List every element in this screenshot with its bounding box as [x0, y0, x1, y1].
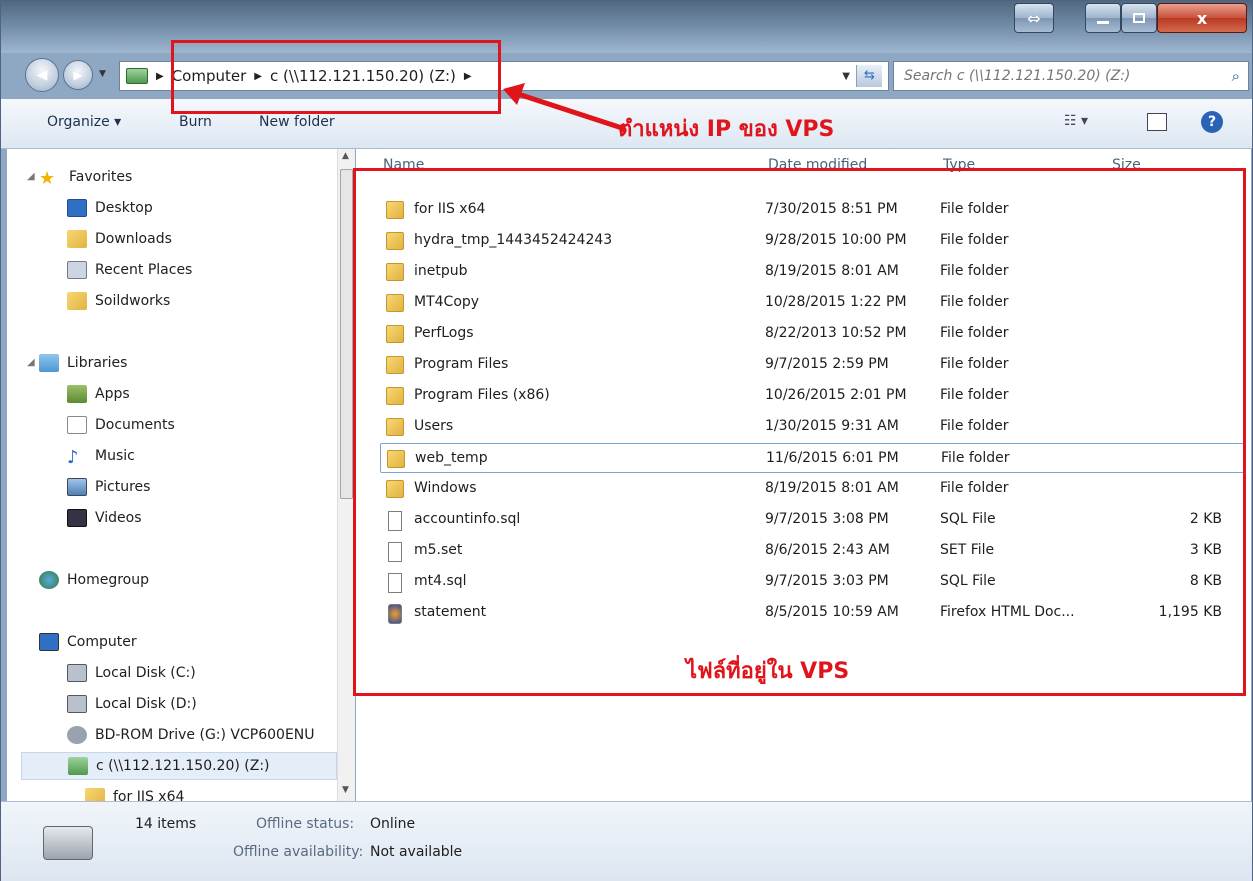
organize-button[interactable]: Organize ▾: [47, 114, 121, 130]
videos-icon: [67, 509, 87, 527]
refresh-icon[interactable]: ⇆: [856, 65, 882, 87]
forward-button[interactable]: ▶: [63, 60, 93, 90]
back-button[interactable]: ◀: [25, 58, 59, 92]
network-drive-icon: [126, 68, 148, 84]
search-box[interactable]: ⌕: [893, 61, 1249, 91]
disk-icon: [67, 695, 87, 713]
star-icon: ★: [39, 168, 56, 189]
breadcrumb-separator-icon[interactable]: ▶: [156, 71, 164, 82]
forward-arrow-icon: ▶: [73, 68, 83, 82]
nav-local-disk-c[interactable]: Local Disk (C:): [67, 659, 196, 687]
item-count: 14 items: [135, 816, 197, 832]
nav-homegroup[interactable]: Homegroup: [39, 566, 149, 594]
expand-arrow-icon[interactable]: ◢: [27, 171, 35, 182]
nav-favorites[interactable]: ★ Favorites: [39, 163, 132, 191]
address-dropdown-icon[interactable]: ▼: [842, 71, 850, 82]
offline-availability-label: Offline availability:: [233, 844, 364, 860]
offline-status-value: Online: [370, 816, 416, 832]
navigation-pane: ◢ ★ Favorites Desktop Downloads Recent Pl…: [7, 149, 337, 801]
minimize-button[interactable]: [1085, 3, 1121, 33]
recent-places-icon: [67, 261, 87, 279]
offline-status-label: Offline status:: [256, 816, 355, 832]
explorer-window: ⇔ x ◀ ▶ ▼ ▶ Computer ▶ c (\\112.121.150.…: [0, 0, 1253, 881]
maximize-button[interactable]: [1121, 3, 1157, 33]
expand-arrow-icon[interactable]: ◢: [27, 357, 35, 368]
nav-music[interactable]: ♪ Music: [67, 442, 135, 470]
annotation-arrow: [503, 83, 626, 132]
close-icon: x: [1196, 8, 1208, 28]
nav-libraries[interactable]: Libraries: [39, 349, 127, 377]
maximize-icon: [1133, 13, 1145, 23]
nav-computer[interactable]: Computer: [39, 628, 137, 656]
help-icon[interactable]: ?: [1201, 111, 1223, 133]
close-button[interactable]: x: [1157, 3, 1247, 33]
recent-pages-icon[interactable]: ▼: [99, 69, 106, 79]
documents-icon: [67, 416, 87, 434]
folder-icon: [85, 788, 105, 801]
scroll-down-icon[interactable]: ▼: [342, 785, 349, 795]
scroll-up-icon[interactable]: ▲: [342, 151, 349, 161]
apps-icon: [67, 385, 87, 403]
bd-rom-icon: [67, 726, 87, 744]
nav-local-disk-d[interactable]: Local Disk (D:): [67, 690, 197, 718]
back-arrow-icon: ◀: [36, 67, 48, 83]
minimize-icon: [1097, 20, 1109, 24]
snap-icon: ⇔: [1027, 8, 1041, 28]
nav-pictures[interactable]: Pictures: [67, 473, 150, 501]
homegroup-icon: [39, 571, 59, 589]
drive-icon: [43, 826, 93, 860]
nav-downloads[interactable]: Downloads: [67, 225, 172, 253]
search-icon[interactable]: ⌕: [1232, 67, 1240, 85]
details-pane: 14 items Offline status: Online Offline …: [1, 801, 1252, 881]
computer-icon: [39, 633, 59, 651]
files-highlight-box: [353, 168, 1246, 696]
nav-network-drive[interactable]: c (\\112.121.150.20) (Z:): [21, 752, 337, 780]
scroll-thumb[interactable]: [340, 169, 353, 499]
burn-button[interactable]: Burn: [179, 114, 212, 130]
music-icon: ♪: [67, 447, 79, 468]
files-annotation-label: ไฟล์ที่อยู่ใน VPS: [686, 659, 850, 684]
nav-bd-rom[interactable]: BD-ROM Drive (G:) VCP600ENU: [67, 721, 315, 749]
pictures-icon: [67, 478, 87, 496]
ip-highlight-box: [171, 40, 501, 114]
nav-videos[interactable]: Videos: [67, 504, 142, 532]
folder-icon: [67, 292, 87, 310]
offline-availability-value: Not available: [370, 844, 463, 860]
nav-documents[interactable]: Documents: [67, 411, 175, 439]
nav-soildworks[interactable]: Soildworks: [67, 287, 170, 315]
downloads-icon: [67, 230, 87, 248]
libraries-icon: [39, 354, 59, 372]
search-input[interactable]: [904, 68, 1204, 84]
desktop-icon: [67, 199, 87, 217]
nav-for-iis[interactable]: for IIS x64: [85, 783, 184, 801]
preview-pane-icon[interactable]: [1147, 113, 1167, 131]
nav-desktop[interactable]: Desktop: [67, 194, 153, 222]
ip-annotation-label: ตำแหน่ง IP ของ VPS: [618, 117, 835, 142]
disk-icon: [67, 664, 87, 682]
network-drive-icon: [68, 757, 88, 775]
nav-recent-places[interactable]: Recent Places: [67, 256, 192, 284]
new-folder-button[interactable]: New folder: [259, 114, 335, 130]
nav-apps[interactable]: Apps: [67, 380, 130, 408]
snap-button[interactable]: ⇔: [1014, 3, 1054, 33]
view-options-icon[interactable]: ☷ ▾: [1064, 113, 1088, 129]
